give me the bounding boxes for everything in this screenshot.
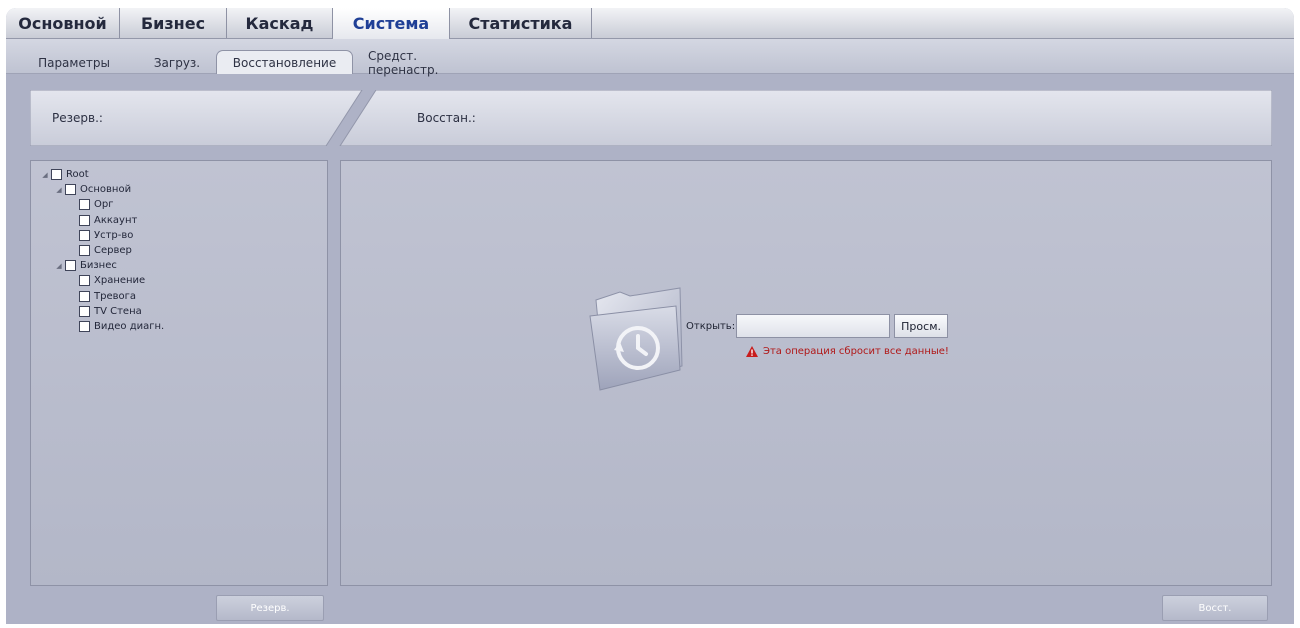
- tree-checkbox[interactable]: [79, 320, 90, 332]
- tree-checkbox[interactable]: [79, 305, 90, 317]
- tree-node-label: Орг: [94, 199, 114, 211]
- tree-node-main: ◢ Основной: [41, 182, 164, 197]
- tab-business[interactable]: Бизнес: [120, 8, 227, 38]
- warning-text: Эта операция сбросит все данные!: [763, 346, 949, 357]
- section-header: Резерв.: Восстан.:: [30, 90, 1272, 146]
- tree-checkbox[interactable]: [79, 275, 90, 287]
- subtab-reconfig-tools[interactable]: Средст. перенастр.: [368, 49, 488, 77]
- tree-node-label: Аккаунт: [94, 214, 138, 226]
- tree-checkbox[interactable]: [79, 245, 90, 257]
- tree-checkbox[interactable]: [79, 199, 90, 211]
- open-label: Открыть:: [686, 320, 736, 332]
- tree-node-video-diag: Видео диагн.: [41, 319, 164, 334]
- tab-main[interactable]: Основной: [6, 8, 120, 38]
- file-path-input[interactable]: [736, 314, 891, 338]
- tab-system[interactable]: Система: [333, 8, 450, 39]
- section-header-shape: [30, 90, 1272, 146]
- backup-section-label: Резерв.:: [52, 111, 103, 125]
- tree-checkbox[interactable]: [51, 169, 62, 181]
- tree-node-device: Устр-во: [41, 228, 164, 243]
- tree-node-label: Основной: [80, 184, 132, 196]
- tree-node-label: Хранение: [94, 275, 146, 287]
- tree-node-account: Аккаунт: [41, 213, 164, 228]
- expand-arrow-icon[interactable]: ◢: [41, 171, 49, 179]
- tree-node-business: ◢ Бизнес: [41, 258, 164, 273]
- restore-warning: Эта операция сбросит все данные!: [746, 346, 949, 357]
- tree-checkbox[interactable]: [65, 260, 76, 272]
- tree-node-root: ◢ Root: [41, 167, 164, 182]
- restore-section-label: Восстан.:: [417, 111, 476, 125]
- backup-button[interactable]: Резерв.: [216, 595, 324, 621]
- tree-checkbox[interactable]: [79, 214, 90, 226]
- tree-node-label: Сервер: [94, 245, 132, 257]
- tree-node-label: Видео диагн.: [94, 320, 165, 332]
- tree-node-label: Устр-во: [94, 229, 134, 241]
- tree-checkbox[interactable]: [79, 290, 90, 302]
- subtab-restore[interactable]: Восстановление: [216, 50, 353, 74]
- tree-node-label: Root: [66, 169, 89, 181]
- app-window: Основной Бизнес Каскад Система Статистик…: [6, 8, 1294, 624]
- tree-checkbox[interactable]: [79, 229, 90, 241]
- backup-tree: ◢ Root ◢ Основной Орг Аккаунт Устр-во Се…: [41, 167, 164, 334]
- tree-node-server: Сервер: [41, 243, 164, 258]
- subtab-parameters[interactable]: Параметры: [24, 52, 124, 73]
- subtab-load[interactable]: Загруз.: [142, 52, 212, 73]
- tree-node-storage: Хранение: [41, 273, 164, 288]
- tab-cascade[interactable]: Каскад: [227, 8, 333, 38]
- expand-arrow-icon[interactable]: ◢: [55, 186, 63, 194]
- browse-button[interactable]: Просм.: [894, 314, 949, 338]
- tree-node-tv-wall: TV Стена: [41, 304, 164, 319]
- warning-triangle-icon: [746, 346, 758, 357]
- tree-node-alarm: Тревога: [41, 289, 164, 304]
- main-tab-bar: Основной Бизнес Каскад Система Статистик…: [6, 8, 1294, 39]
- sub-tab-bar: Параметры Загруз. Восстановление Средст.…: [6, 39, 1294, 77]
- tree-node-label: Бизнес: [80, 260, 117, 272]
- restore-panel: [340, 160, 1272, 586]
- restore-folder-icon: [589, 287, 683, 391]
- restore-button[interactable]: Восст.: [1162, 595, 1268, 621]
- tree-node-org: Орг: [41, 197, 164, 212]
- open-file-row: Открыть: Просм.: [686, 313, 949, 339]
- tree-node-label: Тревога: [94, 290, 137, 302]
- tree-node-label: TV Стена: [94, 305, 142, 317]
- tab-statistics[interactable]: Статистика: [450, 8, 592, 38]
- tree-checkbox[interactable]: [65, 184, 76, 196]
- expand-arrow-icon[interactable]: ◢: [55, 262, 63, 270]
- backup-tree-panel: ◢ Root ◢ Основной Орг Аккаунт Устр-во Се…: [30, 160, 328, 586]
